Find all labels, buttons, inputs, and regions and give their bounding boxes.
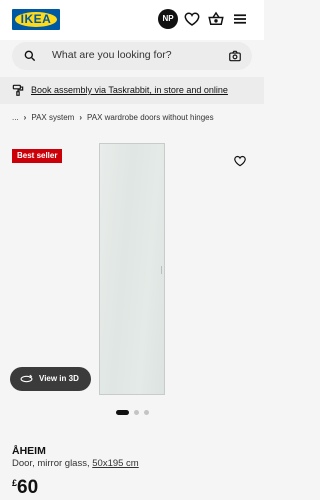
rotate-3d-icon (20, 373, 33, 385)
user-avatar-button[interactable]: NP (158, 9, 178, 29)
search-icon (23, 49, 37, 63)
assembly-banner[interactable]: Book assembly via Taskrabbit, in store a… (0, 77, 264, 104)
door-edge-mark (161, 266, 162, 274)
product-name: ÅHEIM (12, 445, 46, 457)
product-description: Door, mirror glass, 50x195 cm (12, 458, 139, 469)
breadcrumb: ... › PAX system › PAX wardrobe doors withou… (12, 113, 214, 122)
add-to-favourites-heart-icon[interactable] (233, 154, 247, 168)
search-bar[interactable]: What are you looking for? (12, 42, 252, 70)
price-currency: £ (12, 478, 18, 488)
assembly-tool-icon (11, 83, 25, 97)
camera-icon[interactable] (228, 49, 242, 63)
search-input[interactable]: What are you looking for? (52, 49, 172, 61)
menu-icon[interactable] (231, 10, 249, 28)
logo-text: IKEA (20, 12, 52, 26)
product-description-text: Door, mirror glass, (12, 458, 90, 469)
product-price: £60 (12, 477, 38, 499)
breadcrumb-item-pax-system[interactable]: PAX system (31, 113, 74, 122)
product-size-link[interactable]: 50x195 cm (92, 458, 138, 469)
ikea-logo[interactable]: IKEA (12, 9, 60, 30)
price-amount: 60 (17, 477, 39, 498)
assembly-link[interactable]: Book assembly via Taskrabbit, in store a… (31, 85, 228, 95)
top-header: IKEA NP (0, 0, 264, 40)
breadcrumb-ellipsis[interactable]: ... (12, 113, 19, 122)
heart-icon[interactable] (183, 10, 201, 28)
carousel-dot-active[interactable] (116, 410, 129, 415)
basket-icon[interactable] (207, 10, 225, 28)
carousel-dot[interactable] (134, 410, 139, 415)
chevron-right-icon: › (23, 113, 27, 122)
breadcrumb-item-pax-doors[interactable]: PAX wardrobe doors without hinges (87, 113, 214, 122)
product-image-mirror-door[interactable] (99, 143, 165, 395)
chevron-right-icon: › (79, 113, 82, 122)
view-in-3d-button[interactable]: View in 3D (10, 367, 91, 391)
view-in-3d-label: View in 3D (39, 374, 79, 383)
carousel-dot[interactable] (144, 410, 149, 415)
best-seller-badge: Best seller (12, 149, 63, 163)
